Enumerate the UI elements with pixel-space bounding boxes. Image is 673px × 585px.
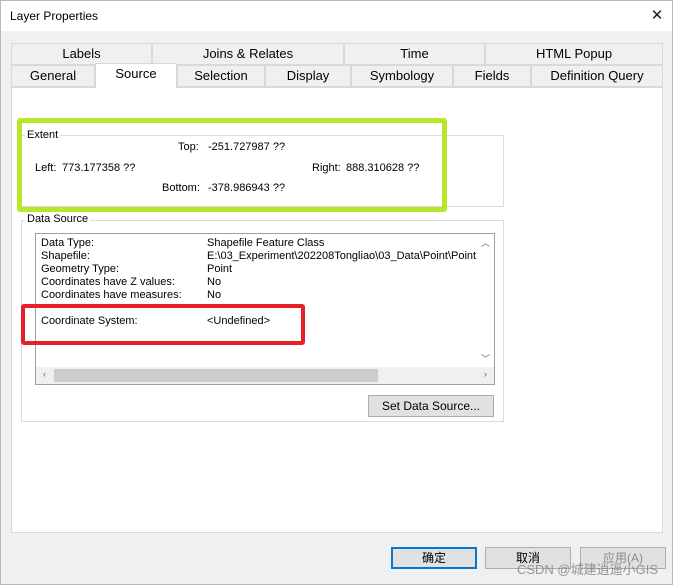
set-data-source-button[interactable]: Set Data Source... (368, 395, 494, 417)
layer-properties-dialog: Layer Properties ✕ Labels Joins & Relate… (0, 0, 673, 585)
tab-html-popup[interactable]: HTML Popup (485, 43, 663, 65)
data-source-group-label: Data Source (25, 213, 91, 225)
tab-labels[interactable]: Labels (11, 43, 152, 65)
ok-button[interactable]: 确定 (391, 547, 477, 569)
row-value: E:\03_Experiment\202208Tongliao\03_Data\… (207, 250, 477, 262)
tab-joins-relates[interactable]: Joins & Relates (152, 43, 344, 65)
tab-symbology[interactable]: Symbology (351, 65, 453, 87)
close-icon[interactable]: ✕ (642, 1, 672, 31)
row-key: Data Type: (41, 237, 94, 249)
row-key: Coordinates have Z values: (41, 276, 175, 288)
row-value: Point (207, 263, 233, 275)
scroll-up-icon[interactable]: ︿ (477, 236, 494, 249)
title-bar: Layer Properties ✕ (1, 1, 672, 31)
scroll-left-icon[interactable]: ‹ (36, 369, 53, 379)
tab-display[interactable]: Display (265, 65, 351, 87)
tab-source[interactable]: Source (95, 63, 177, 88)
extent-highlight-box (17, 118, 447, 212)
row-key: Geometry Type: (41, 263, 120, 275)
horizontal-scroll-thumb[interactable] (54, 369, 378, 382)
dialog-title: Layer Properties (10, 9, 99, 23)
coordinate-system-highlight-box (21, 304, 305, 345)
list-item: Coordinates have Z values: No (41, 276, 221, 288)
tab-selection[interactable]: Selection (177, 65, 265, 87)
tab-time[interactable]: Time (344, 43, 485, 65)
tab-fields[interactable]: Fields (453, 65, 531, 87)
list-item: Data Type: Shapefile Feature Class (41, 237, 324, 249)
row-value: No (207, 276, 222, 288)
tab-definition-query[interactable]: Definition Query (531, 65, 663, 87)
row-key: Shapefile: (41, 250, 90, 262)
horizontal-scrollbar[interactable]: ‹ › (36, 367, 494, 384)
list-item: Geometry Type: Point (41, 263, 232, 275)
list-item: Coordinates have measures: No (41, 289, 221, 301)
scroll-right-icon[interactable]: › (477, 369, 494, 379)
watermark: CSDN @城建逍遥小GIS (516, 562, 658, 577)
vertical-scrollbar[interactable]: ︿ ﹀ (477, 234, 494, 368)
row-value: Shapefile Feature Class (207, 237, 325, 249)
list-item: Shapefile: E:\03_Experiment\202208Tongli… (41, 250, 476, 262)
tab-general[interactable]: General (11, 65, 95, 87)
row-key: Coordinates have measures: (41, 289, 182, 301)
scroll-down-icon[interactable]: ﹀ (477, 352, 494, 365)
row-value: No (207, 289, 222, 301)
